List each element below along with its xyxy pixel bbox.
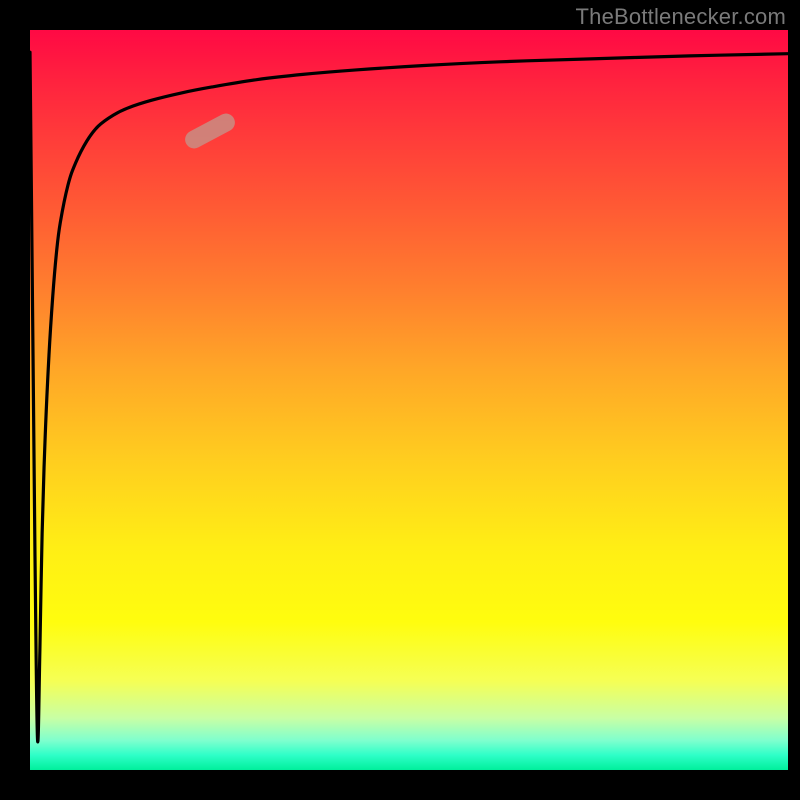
curve-path <box>30 52 788 742</box>
axis-frame-right <box>788 0 800 800</box>
watermark-text: TheBottlenecker.com <box>576 4 786 30</box>
chart-stage: TheBottlenecker.com <box>0 0 800 800</box>
axis-frame-bottom <box>0 770 800 800</box>
bottleneck-curve <box>30 30 788 770</box>
plot-area <box>30 30 788 770</box>
axis-frame-left <box>0 0 30 800</box>
